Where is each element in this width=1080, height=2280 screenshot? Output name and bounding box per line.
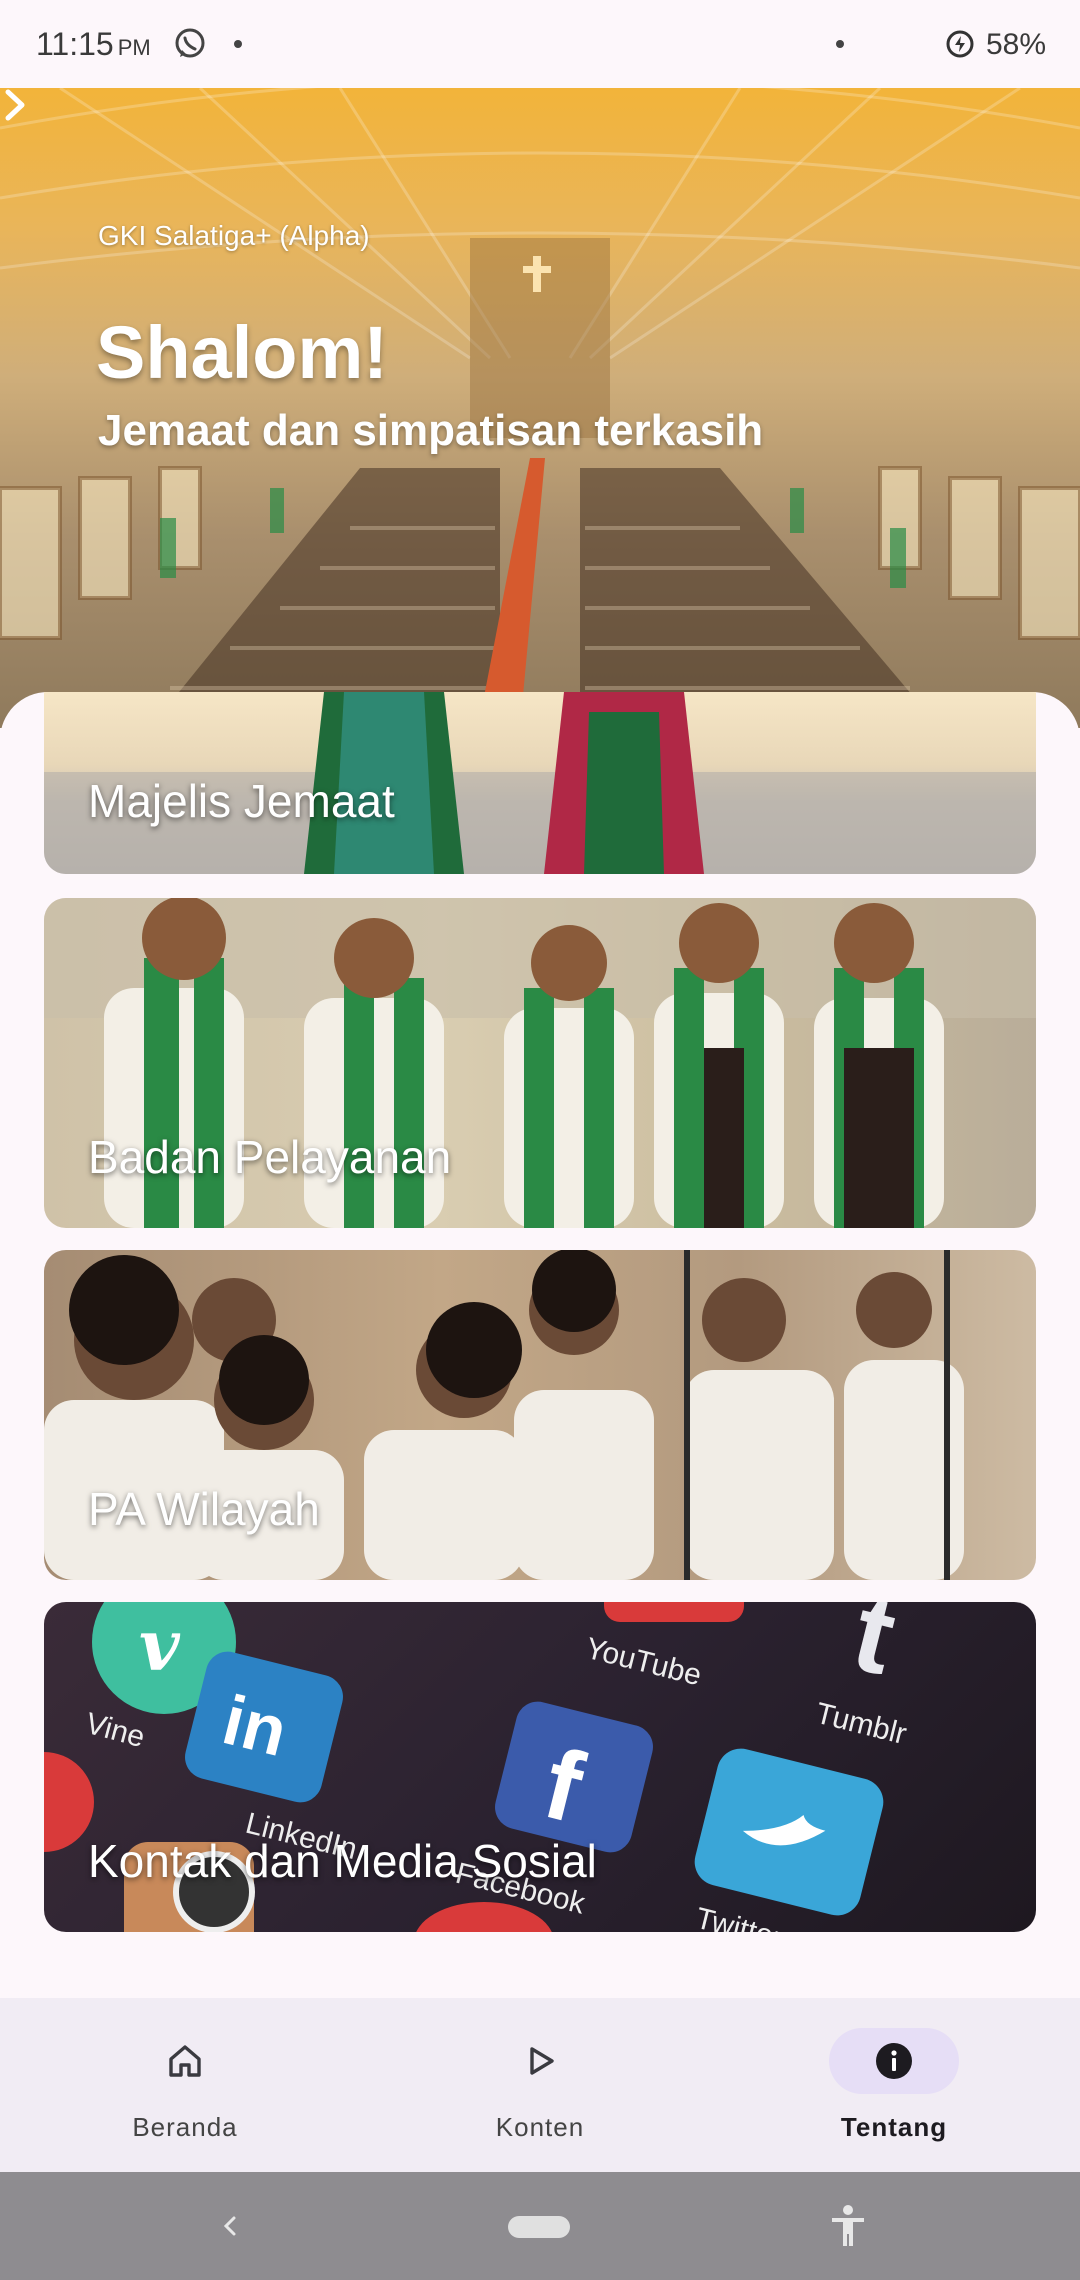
svg-text:v: v [139,1604,181,1687]
card-label: PA Wilayah [88,1483,320,1535]
org-name-link[interactable]: GKI Salatiga+ (Alpha) [98,220,370,252]
svg-text:t: t [842,1602,907,1698]
card-kontak-media-sosial[interactable]: v Vine in LinkedIn YouTube f Facebook t … [44,1602,1036,1932]
card-majelis-jemaat[interactable]: Majelis Jemaat [44,692,1036,874]
info-icon [876,2043,912,2079]
card-pa-wilayah[interactable]: PA Wilayah [44,1250,1036,1580]
hero-title: Shalom! [96,311,388,394]
battery-percent: 58% [986,28,1047,61]
tumblr-app-label: Tumblr [812,1697,909,1751]
back-icon[interactable] [216,2208,244,2244]
content-sheet: Majelis Jemaat Badan Pelayanan PA Wilaya… [0,692,1080,1998]
home-icon [169,2045,201,2077]
chevron-right-icon[interactable] [0,88,30,122]
status-time: 11:15 PM [36,26,151,62]
notification-dot [234,40,242,48]
nav-label: Beranda [132,2112,238,2142]
hero-banner: GKI Salatiga+ (Alpha) Shalom! Jemaat dan… [0,88,1080,728]
card-label: Badan Pelayanan [88,1131,452,1183]
nav-label: Tentang [840,2112,948,2142]
status-bar: 11:15 PM 58% [0,0,1080,88]
vine-app-label: Vine [82,1707,148,1754]
system-navigation-bar [0,2172,1080,2280]
play-icon [530,2047,554,2075]
hero-subtitle: Jemaat dan simpatisan terkasih [98,406,764,455]
card-label: Kontak dan Media Sosial [88,1835,597,1887]
card-label: Majelis Jemaat [88,775,395,827]
card-badan-pelayanan[interactable]: Badan Pelayanan [44,898,1036,1228]
home-pill-button[interactable] [508,2216,570,2238]
youtube-app-label: YouTube [582,1632,704,1693]
whatsapp-icon [175,28,205,58]
battery-saver-icon [946,30,974,58]
nav-beranda[interactable]: Beranda [5,1998,365,2172]
nav-tentang[interactable]: Tentang [714,1998,1074,2172]
status-dot [836,40,844,48]
nav-konten[interactable]: Konten [360,1998,720,2172]
bottom-navigation: Beranda Konten Tentang [0,1998,1080,2172]
twitter-app-label: Twitter [692,1902,786,1932]
nav-label: Konten [495,2112,585,2142]
accessibility-icon[interactable] [828,2202,868,2250]
